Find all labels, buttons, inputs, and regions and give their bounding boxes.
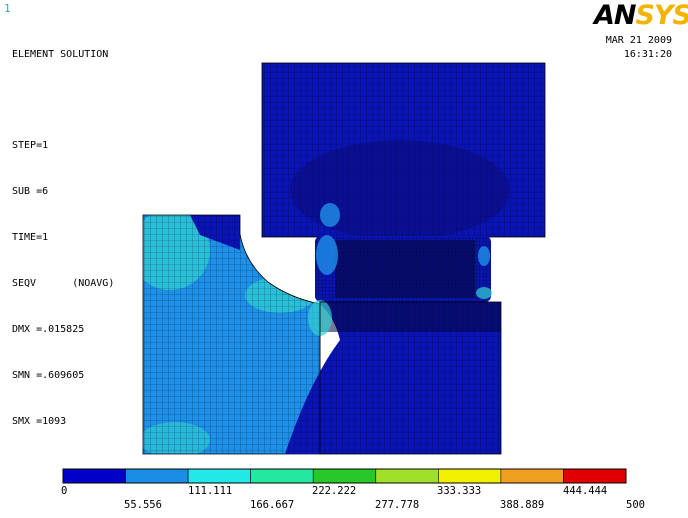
legend-swatch-6 <box>438 468 502 484</box>
legend-swatch-0 <box>62 468 126 484</box>
legend-label-222: 222.222 <box>312 485 357 497</box>
legend-label-388: 388.889 <box>500 499 545 511</box>
color-legend <box>62 468 627 484</box>
legend-swatch-5 <box>375 468 439 484</box>
legend-swatch-4 <box>312 468 377 484</box>
legend-label-500: 500 <box>626 499 645 511</box>
legend-label-111: 111.111 <box>188 485 233 497</box>
legend-swatch-1 <box>125 468 189 484</box>
legend-swatch-7 <box>500 468 564 484</box>
legend-label-333: 333.333 <box>437 485 482 497</box>
legend-swatch-8 <box>563 468 627 484</box>
legend-label-277: 277.778 <box>375 499 420 511</box>
legend-label-444: 444.444 <box>563 485 608 497</box>
legend-label-0: 0 <box>61 485 68 497</box>
legend-label-166: 166.667 <box>250 499 295 511</box>
legend-label-55: 55.556 <box>124 499 162 511</box>
legend-swatch-2 <box>187 468 251 484</box>
legend-swatch-3 <box>250 468 314 484</box>
